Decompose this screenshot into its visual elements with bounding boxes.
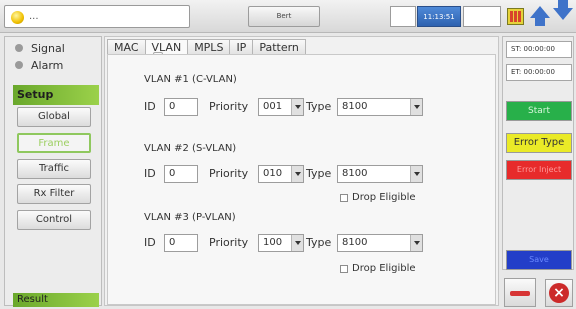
status-field: ... — [4, 5, 190, 28]
tab-mac[interactable]: MAC — [107, 39, 146, 55]
vlan2-type-value: 8100 — [342, 168, 368, 179]
vlan2-priority-value: 010 — [263, 168, 283, 179]
vlan2-id-label: ID — [144, 167, 156, 180]
vlan3-priority-select[interactable]: 100 — [258, 234, 304, 252]
vlan3-type-value: 8100 — [342, 237, 368, 248]
vlan1-priority-value: 001 — [263, 101, 283, 112]
vlan3-priority-value: 100 — [263, 237, 283, 248]
alarm-indicator: Alarm — [15, 58, 63, 72]
main-panel: MAC VLAN MPLS IP Pattern VLAN #1 (C-VLAN… — [104, 36, 499, 306]
arrow-down-icon[interactable] — [553, 0, 573, 20]
top-bar: ... Bert 11:13:51 — [0, 0, 576, 33]
vlan1-type-label: Type — [306, 100, 332, 113]
vlan3-title: VLAN #3 (P-VLAN) — [144, 212, 236, 223]
alarm-led-icon — [15, 61, 23, 69]
tab-vlan[interactable]: VLAN — [144, 39, 189, 55]
global-button[interactable]: Global — [17, 107, 91, 127]
calculator-icon[interactable] — [507, 8, 524, 25]
chevron-down-icon — [291, 99, 303, 115]
vlan1-id-label: ID — [144, 100, 156, 113]
chevron-down-icon — [410, 235, 422, 251]
control-button[interactable]: Control — [17, 210, 91, 230]
chevron-down-icon — [291, 166, 303, 182]
start-button[interactable]: Start — [506, 101, 572, 121]
close-icon: × — [549, 283, 569, 303]
close-button[interactable]: × — [545, 279, 573, 307]
tab-pattern[interactable]: Pattern — [252, 39, 306, 55]
vlan-panel: VLAN #1 (C-VLAN) ID 0 Priority 001 Type … — [107, 54, 496, 305]
rx-filter-button[interactable]: Rx Filter — [17, 184, 91, 204]
vlan2-priority-select[interactable]: 010 — [258, 165, 304, 183]
vlan3-type-label: Type — [306, 236, 332, 249]
status-text: ... — [29, 11, 39, 22]
tray-slot — [463, 6, 501, 27]
vlan2-drop-label: Drop Eligible — [352, 192, 416, 203]
vlan3-id-input[interactable]: 0 — [164, 234, 198, 252]
vlan1-priority-select[interactable]: 001 — [258, 98, 304, 116]
vlan2-priority-label: Priority — [209, 167, 249, 180]
right-sidebar: ST: 00:00:00 ET: 00:00:00 Start Error Ty… — [502, 36, 574, 270]
result-header[interactable]: Result — [13, 293, 99, 307]
vlan2-type-label: Type — [306, 167, 332, 180]
frame-button[interactable]: Frame — [17, 133, 91, 153]
minimize-button[interactable] — [504, 278, 536, 307]
vlan2-title: VLAN #2 (S-VLAN) — [144, 143, 237, 154]
vlan2-drop-eligible[interactable]: Drop Eligible — [340, 192, 416, 203]
vlan3-drop-eligible[interactable]: Drop Eligible — [340, 263, 416, 274]
vlan3-id-label: ID — [144, 236, 156, 249]
start-time: ST: 00:00:00 — [506, 41, 572, 58]
signal-led-icon — [15, 44, 23, 52]
vlan2-id-input[interactable]: 0 — [164, 165, 198, 183]
status-led-icon — [11, 11, 24, 24]
vlan3-type-select[interactable]: 8100 — [337, 234, 423, 252]
setup-header[interactable]: Setup — [13, 85, 99, 105]
chevron-down-icon — [410, 99, 422, 115]
vlan2-drop-checkbox[interactable] — [340, 193, 348, 202]
vlan2-type-select[interactable]: 8100 — [337, 165, 423, 183]
vlan1-type-select[interactable]: 8100 — [337, 98, 423, 116]
vlan3-priority-label: Priority — [209, 236, 249, 249]
vlan1-id-input[interactable]: 0 — [164, 98, 198, 116]
frame-tabs: MAC VLAN MPLS IP Pattern — [107, 39, 306, 55]
battery-icon — [390, 6, 416, 27]
arrow-up-icon[interactable] — [530, 6, 550, 26]
traffic-button[interactable]: Traffic — [17, 159, 91, 179]
tab-ip[interactable]: IP — [229, 39, 254, 55]
bert-tab[interactable]: Bert — [248, 6, 320, 27]
clock: 11:13:51 — [417, 6, 461, 27]
alarm-label: Alarm — [31, 58, 64, 72]
tab-mpls[interactable]: MPLS — [187, 39, 231, 55]
save-button[interactable]: Save — [506, 250, 572, 270]
error-type-button[interactable]: Error Type — [506, 133, 572, 153]
vlan1-title: VLAN #1 (C-VLAN) — [144, 74, 237, 85]
elapsed-time: ET: 00:00:00 — [506, 64, 572, 81]
chevron-down-icon — [291, 235, 303, 251]
signal-indicator: Signal — [15, 41, 65, 55]
vlan1-type-value: 8100 — [342, 101, 368, 112]
vlan3-drop-checkbox[interactable] — [340, 264, 348, 273]
chevron-down-icon — [410, 166, 422, 182]
vlan3-drop-label: Drop Eligible — [352, 263, 416, 274]
left-sidebar: Signal Alarm Setup Global Frame Traffic … — [4, 36, 102, 307]
error-inject-button[interactable]: Error Inject — [506, 160, 572, 180]
vlan1-priority-label: Priority — [209, 100, 249, 113]
signal-label: Signal — [31, 41, 65, 55]
